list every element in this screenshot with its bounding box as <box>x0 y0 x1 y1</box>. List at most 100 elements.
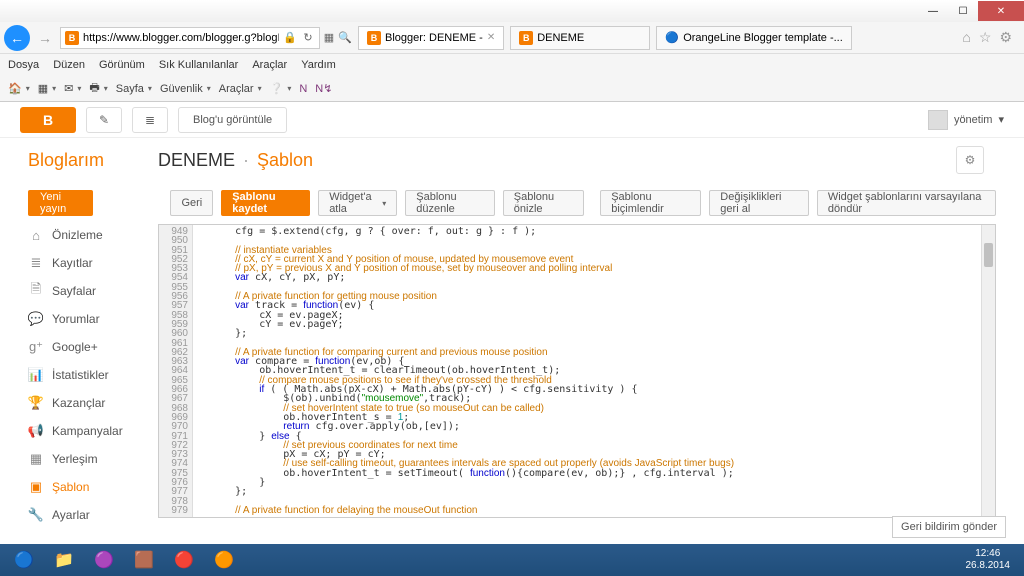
sidebar-item-posts[interactable]: ≣Kayıtlar <box>28 252 158 274</box>
comments-icon: 💬 <box>28 311 44 327</box>
posts-button[interactable]: ≣ <box>132 107 168 133</box>
taskbar-ie-icon[interactable]: 🔵 <box>4 546 44 574</box>
tools-dropdown[interactable]: Araçlar <box>219 83 262 95</box>
breadcrumb-blogs[interactable]: Bloglarım <box>28 150 158 171</box>
menu-edit[interactable]: Düzen <box>53 59 85 71</box>
safety-dropdown[interactable]: Güvenlik <box>160 83 211 95</box>
send-feedback-button[interactable]: Geri bildirim gönder <box>892 516 1006 538</box>
sidebar-label: Google+ <box>52 340 98 354</box>
sidebar-item-layout[interactable]: ▦ Yerleşim <box>28 448 158 470</box>
tab-blogger-deneme[interactable]: B Blogger: DENEME - ✕ <box>358 26 504 50</box>
sidebar-label: Kampanyalar <box>52 424 123 438</box>
menu-file[interactable]: Dosya <box>8 59 39 71</box>
sidebar-item-earnings[interactable]: 🏆Kazançlar <box>28 392 158 414</box>
tab-orangeline[interactable]: 🔵 OrangeLine Blogger template -... <box>656 26 852 50</box>
user-menu[interactable]: yönetim ▾ <box>928 110 1004 130</box>
reset-widgets-button[interactable]: Widget şablonlarını varsayılana döndür <box>817 190 996 216</box>
taskbar-chrome-icon[interactable]: 🔴 <box>164 546 204 574</box>
onenote-icon[interactable]: N <box>299 83 307 95</box>
line-gutter: 9499509519529539549559569579589599609619… <box>159 225 193 517</box>
revert-changes-button[interactable]: Değişiklikleri geri al <box>709 190 809 216</box>
taskbar-firefox-icon[interactable]: 🟠 <box>204 546 244 574</box>
taskbar-explorer-icon[interactable]: 📁 <box>44 546 84 574</box>
sidebar-item-settings[interactable]: 🔧Ayarlar <box>28 504 158 526</box>
page-dropdown[interactable]: Sayfa <box>116 83 152 95</box>
taskbar-clock[interactable]: 12:46 26.8.2014 <box>966 548 1021 572</box>
blogger-logo-button[interactable]: B <box>20 107 76 133</box>
menu-favorites[interactable]: Sık Kullanılanlar <box>159 59 239 71</box>
address-bar[interactable]: B 🔒 ↻ <box>60 27 320 49</box>
pages-icon: 🗎 <box>28 283 44 299</box>
save-template-button[interactable]: Şablonu kaydet <box>221 190 310 216</box>
refresh-icon[interactable]: ↻ <box>301 31 315 45</box>
print-dropdown[interactable]: 🖶 <box>89 79 107 98</box>
tab-label: OrangeLine Blogger template -... <box>683 32 843 44</box>
browser-toolbar-2: 🏠 ▦ ✉ 🖶 Sayfa Güvenlik Araçlar ❔ N N↯ <box>0 76 1024 102</box>
breadcrumb-blogname[interactable]: DENEME <box>158 150 235 171</box>
back-button[interactable]: ← <box>4 25 30 51</box>
settings-gear-button[interactable]: ⚙ <box>956 146 984 174</box>
site-icon: B <box>65 31 79 45</box>
onenote-linked-icon[interactable]: N↯ <box>315 82 332 95</box>
tab-deneme[interactable]: B DENEME <box>510 26 650 50</box>
settings-icon: 🔧 <box>28 507 44 523</box>
sidebar-label: İstatistikler <box>52 368 109 382</box>
sidebar-label: Yerleşim <box>52 452 98 466</box>
scroll-thumb[interactable] <box>984 243 993 267</box>
browser-right-icons: ⌂ ☆ ⚙ <box>962 29 1020 46</box>
new-post-button[interactable]: Yeni yayın <box>28 190 93 216</box>
home-icon: ⌂ <box>28 227 44 243</box>
taskbar-app1-icon[interactable]: 🟣 <box>84 546 124 574</box>
edit-template-button[interactable]: Şablonu düzenle <box>405 190 495 216</box>
url-input[interactable] <box>83 32 279 44</box>
preview-template-button[interactable]: Şablonu önizle <box>503 190 584 216</box>
sidebar-item-template[interactable]: ▣Şablon <box>28 476 158 498</box>
tab-label: Blogger: DENEME - <box>385 32 483 44</box>
forward-button[interactable]: → <box>32 25 58 51</box>
tab-close-icon[interactable]: ✕ <box>487 32 495 43</box>
sidebar-label: Yorumlar <box>52 312 100 326</box>
code-content[interactable]: cfg = $.extend(cfg, g ? { over: f, out: … <box>193 225 995 517</box>
menu-help[interactable]: Yardım <box>301 59 336 71</box>
campaigns-icon: 📢 <box>28 423 44 439</box>
avatar <box>928 110 948 130</box>
search-icon[interactable]: 🔍 <box>338 31 352 45</box>
favorites-icon[interactable]: ☆ <box>979 29 992 46</box>
jump-widget-button[interactable]: Widget'a atla <box>318 190 397 216</box>
mail-dropdown[interactable]: ✉ <box>64 82 81 95</box>
code-editor[interactable]: 9499509519529539549559569579589599609619… <box>158 224 996 518</box>
layout-icon: ▦ <box>28 451 44 467</box>
sidebar-item-comments[interactable]: 💬 Yorumlar <box>28 308 158 330</box>
taskbar-app2-icon[interactable]: 🟫 <box>124 546 164 574</box>
chevron-down-icon: ▾ <box>998 113 1004 126</box>
scrollbar[interactable] <box>981 225 995 517</box>
sidebar-item-campaigns[interactable]: 📢 Kampanyalar <box>28 420 158 442</box>
back-button-page[interactable]: Geri <box>170 190 213 216</box>
format-template-button[interactable]: Şablonu biçimlendir <box>600 190 701 216</box>
sidebar-label: Kayıtlar <box>52 256 93 270</box>
sidebar-item-overview[interactable]: ⌂ Önizleme <box>28 224 158 246</box>
menu-view[interactable]: Görünüm <box>99 59 145 71</box>
compat-icon[interactable]: ▦ <box>322 31 336 45</box>
tools-icon[interactable]: ⚙ <box>999 29 1012 46</box>
sidebar-label: Sayfalar <box>52 284 96 298</box>
sidebar-item-stats[interactable]: 📊İstatistikler <box>28 364 158 386</box>
menu-tools[interactable]: Araçlar <box>252 59 287 71</box>
help-dropdown[interactable]: ❔ <box>270 82 292 95</box>
view-blog-button[interactable]: Blog'u görüntüle <box>178 107 287 133</box>
compose-button[interactable]: ✎ <box>86 107 122 133</box>
sidebar-label: Önizleme <box>52 228 103 242</box>
taskbar: 🔵 📁 🟣 🟫 🔴 🟠 12:46 26.8.2014 <box>0 544 1024 576</box>
sidebar-item-pages[interactable]: 🗎 Sayfalar <box>28 280 158 302</box>
window-titlebar: — ☐ ✕ <box>0 0 1024 22</box>
home-dropdown[interactable]: 🏠 <box>8 82 30 95</box>
action-toolbar: Yeni yayın Geri Şablonu kaydet Widget'a … <box>0 182 1024 224</box>
maximize-button[interactable]: ☐ <box>948 1 978 21</box>
minimize-button[interactable]: — <box>918 1 948 21</box>
home-icon[interactable]: ⌂ <box>962 29 970 46</box>
close-button[interactable]: ✕ <box>978 1 1024 21</box>
gplus-icon: g⁺ <box>28 339 44 355</box>
earnings-icon: 🏆 <box>28 395 44 411</box>
sidebar-item-googleplus[interactable]: g⁺ Google+ <box>28 336 158 358</box>
feeds-dropdown[interactable]: ▦ <box>38 82 56 95</box>
